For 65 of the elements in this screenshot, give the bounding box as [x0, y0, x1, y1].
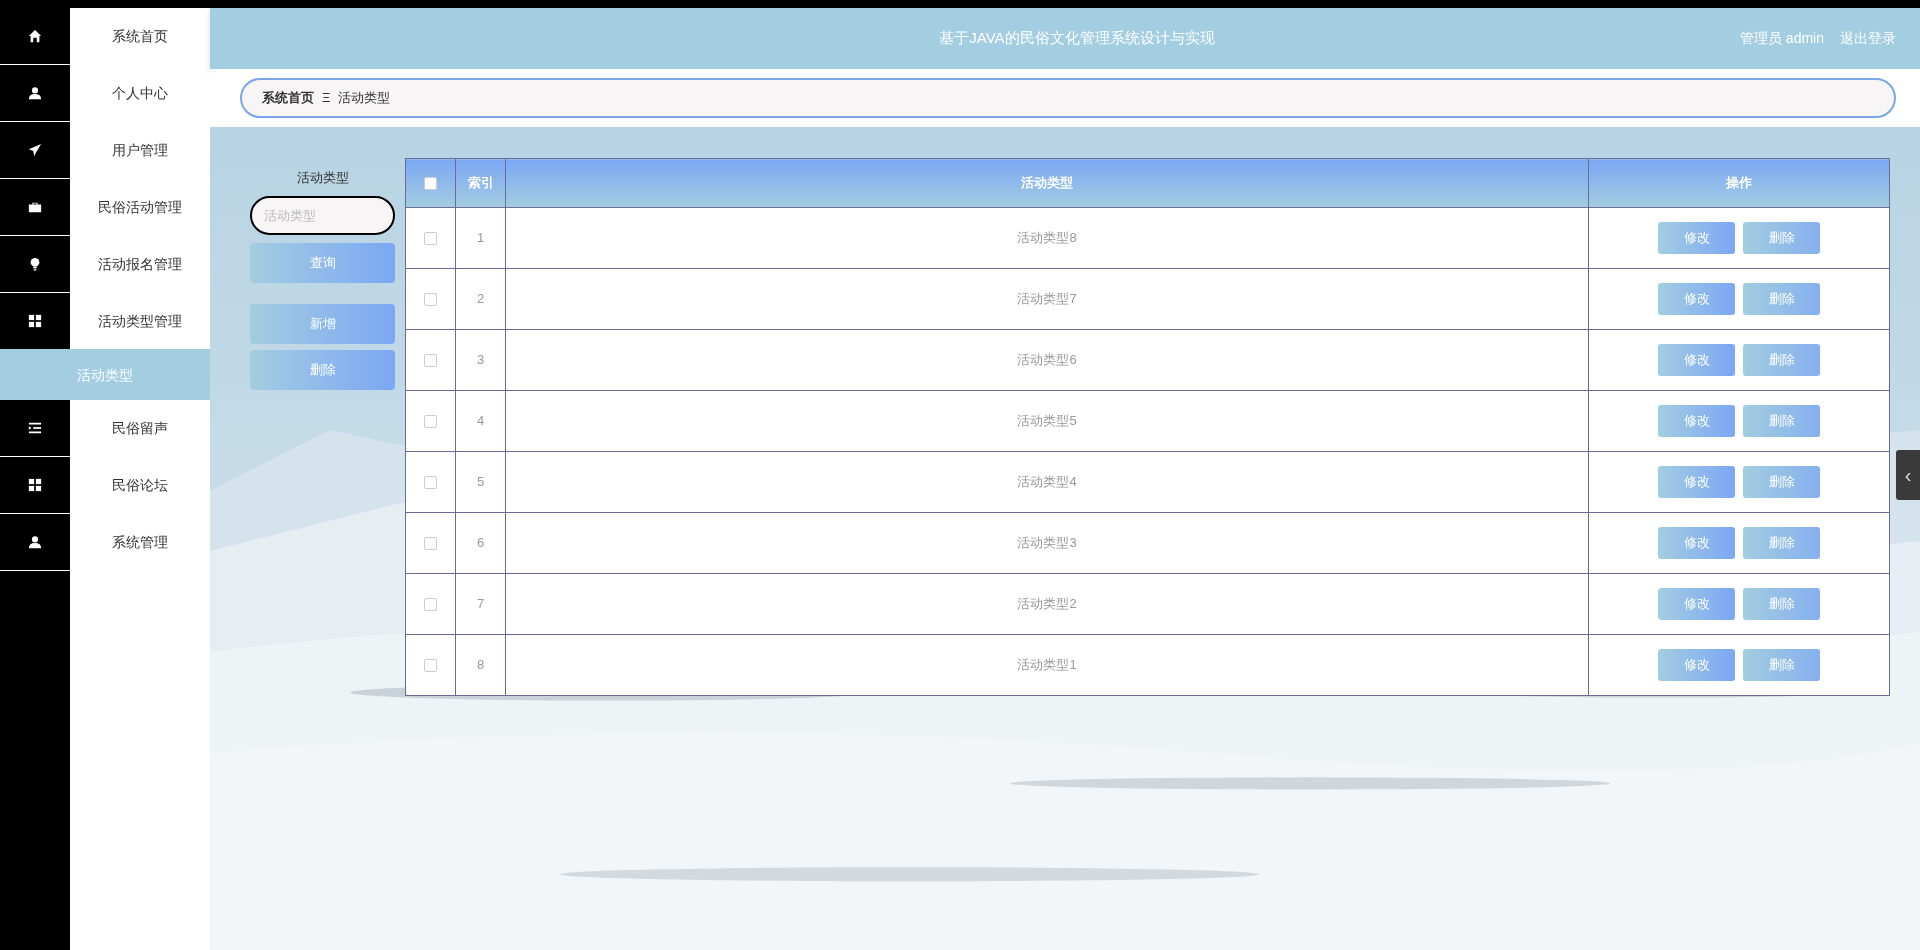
edit-button[interactable]: 修改	[1658, 405, 1735, 437]
grid-icon	[28, 314, 42, 328]
user-icon	[28, 535, 42, 549]
home-icon	[28, 29, 42, 43]
field-label: 活动类型	[295, 169, 350, 187]
delete-button[interactable]: 删除	[1743, 588, 1820, 620]
table-cell: 活动类型1	[505, 634, 1589, 696]
table-cell: 活动类型2	[505, 573, 1589, 635]
collapse-tab[interactable]: ‹	[1896, 450, 1920, 500]
table-cell: 6	[455, 512, 506, 574]
table-cell: 活动类型7	[505, 268, 1589, 330]
table-cell: 7	[455, 573, 506, 635]
row-checkbox[interactable]	[424, 659, 437, 673]
edit-button[interactable]: 修改	[1658, 649, 1735, 681]
user-icon	[28, 86, 42, 100]
table-cell: 1	[455, 207, 506, 269]
briefcase-icon	[28, 200, 42, 214]
delete-button[interactable]: 删除	[1743, 405, 1820, 437]
list-icon	[28, 421, 42, 435]
paper-plane-icon	[28, 143, 42, 157]
column-header: 索引	[455, 158, 506, 208]
row-checkbox[interactable]	[424, 354, 437, 368]
edit-button[interactable]: 修改	[1658, 588, 1735, 620]
delete-button[interactable]: 删除	[1743, 344, 1820, 376]
select-all-checkbox[interactable]	[424, 177, 437, 191]
delete-button[interactable]: 删除	[1743, 222, 1820, 254]
table-cell: 3	[455, 329, 506, 391]
add-button[interactable]: 新增	[250, 303, 395, 344]
row-checkbox[interactable]	[424, 476, 437, 490]
breadcrumb-item[interactable]: 活动类型	[338, 88, 391, 108]
edit-button[interactable]: 修改	[1658, 283, 1735, 315]
table-cell: 2	[455, 268, 506, 330]
table-cell: 活动类型4	[505, 451, 1589, 513]
edit-button[interactable]: 修改	[1658, 527, 1735, 559]
table-cell: 活动类型6	[505, 329, 1589, 391]
user-label: 管理员 admin	[1739, 29, 1824, 48]
table-cell: 5	[455, 451, 506, 513]
edit-button[interactable]: 修改	[1658, 466, 1735, 498]
sidebar-subitem[interactable]: 活动类型	[0, 350, 210, 400]
logout-link[interactable]: 退出登录	[1840, 28, 1896, 49]
delete-button[interactable]: 删除	[1743, 527, 1820, 559]
column-header: 活动类型	[505, 158, 1589, 208]
delete-button[interactable]: 删除	[1743, 649, 1820, 681]
table-cell: 活动类型5	[505, 390, 1589, 452]
search-button[interactable]: 查询	[250, 242, 395, 283]
edit-button[interactable]: 修改	[1658, 344, 1735, 376]
page-title: 基于JAVA的民俗文化管理系统设计与实现	[938, 28, 1216, 49]
table-cell: 活动类型3	[505, 512, 1589, 574]
table-cell: 4	[455, 390, 506, 452]
column-header: 操作	[1588, 158, 1890, 208]
breadcrumb-separator: Ξ	[322, 89, 331, 108]
row-checkbox[interactable]	[424, 598, 437, 612]
delete-button[interactable]: 删除	[1743, 283, 1820, 315]
row-checkbox[interactable]	[424, 415, 437, 429]
edit-button[interactable]: 修改	[1658, 222, 1735, 254]
row-checkbox[interactable]	[424, 293, 437, 307]
delete-button[interactable]: 删除	[1743, 466, 1820, 498]
lightbulb-icon	[28, 257, 42, 271]
breadcrumb-item[interactable]: 系统首页	[262, 88, 314, 108]
grid-icon	[28, 478, 42, 492]
table-cell: 活动类型8	[505, 207, 1589, 269]
table-cell: 8	[455, 634, 506, 696]
row-checkbox[interactable]	[424, 232, 437, 246]
row-checkbox[interactable]	[424, 537, 437, 551]
delete-button[interactable]: 删除	[250, 349, 395, 390]
